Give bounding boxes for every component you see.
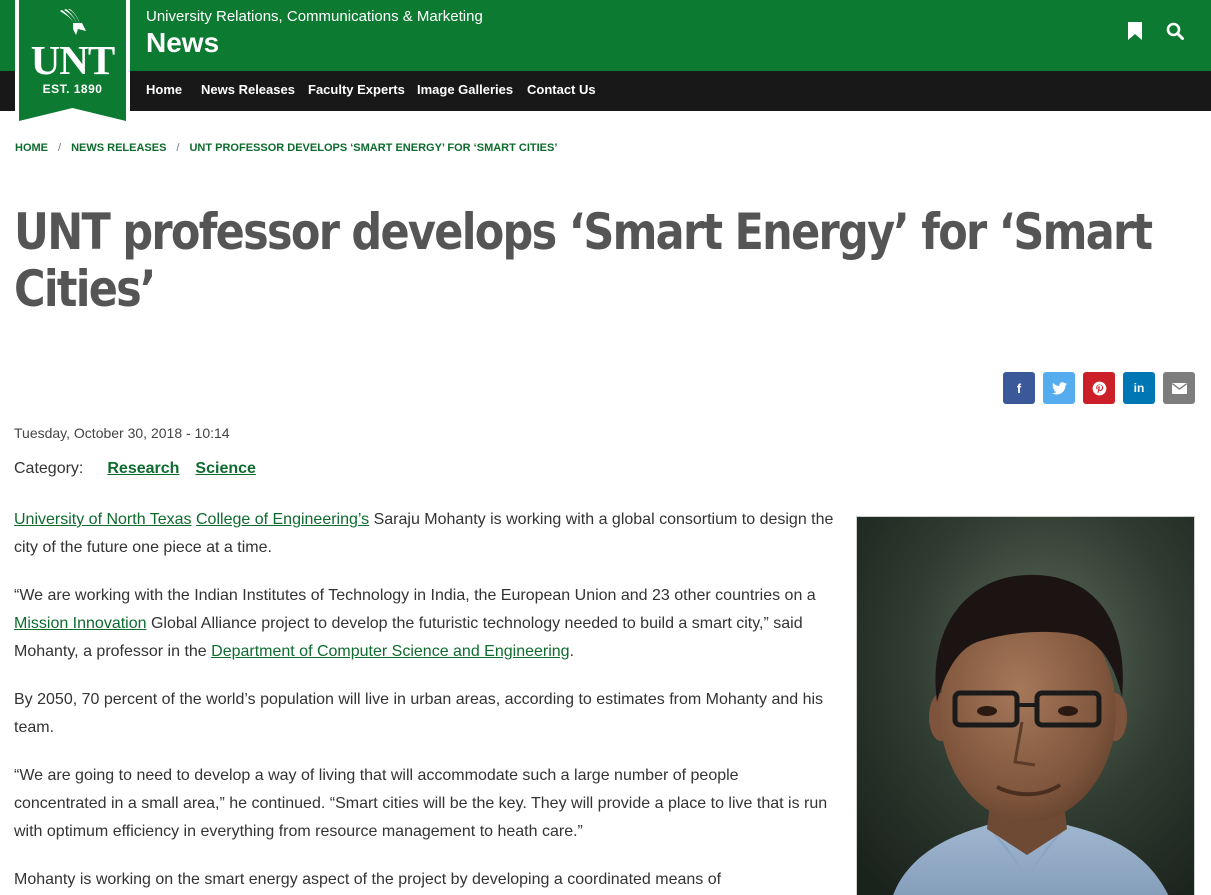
breadcrumb-separator: / (58, 142, 62, 154)
paragraph: University of North Texas College of Eng… (14, 506, 834, 562)
department-name[interactable]: University Relations, Communications & M… (146, 8, 483, 25)
unt-logo[interactable]: UNT EST. 1890 (15, 0, 130, 127)
paragraph: Mohanty is working on the smart energy a… (14, 871, 722, 888)
category-link-science[interactable]: Science (195, 460, 255, 477)
breadcrumb-news-releases[interactable]: NEWS RELEASES (71, 142, 166, 154)
site-title[interactable]: News (146, 27, 219, 59)
breadcrumb-home[interactable]: HOME (15, 142, 48, 154)
paragraph-text: . (569, 643, 575, 660)
paragraph: “We are going to need to develop a way o… (14, 767, 828, 840)
breadcrumb: HOME / NEWS RELEASES / UNT PROFESSOR DEVELOP… (15, 142, 557, 154)
facebook-icon: f (1016, 380, 1022, 396)
share-twitter-button[interactable] (1043, 372, 1075, 404)
share-email-button[interactable] (1163, 372, 1195, 404)
pinterest-icon (1092, 381, 1106, 395)
page-title: UNT professor develops ‘Smart Energy’ fo… (14, 203, 1153, 318)
paragraph: “We are working with the Indian Institut… (14, 582, 834, 666)
link-mission-innovation[interactable]: Mission Innovation (14, 615, 147, 632)
eagle-icon (60, 9, 86, 35)
category-label: Category: (14, 460, 84, 477)
linkedin-icon: in (1133, 381, 1145, 395)
link-college-of-engineering[interactable]: College of Engineering’s (196, 511, 369, 528)
paragraph-text: “We are working with the Indian Institut… (14, 587, 816, 604)
search-icon[interactable] (1162, 18, 1188, 44)
main-navigation: Home News Releases Faculty Experts Image… (0, 71, 1211, 111)
nav-item-faculty-experts[interactable]: Faculty Experts (308, 82, 405, 97)
article-body: University of North Texas College of Eng… (14, 506, 834, 895)
logo-established: EST. 1890 (42, 82, 103, 96)
nav-item-news-releases[interactable]: News Releases (201, 82, 295, 97)
breadcrumb-separator: / (176, 142, 180, 154)
email-icon (1171, 382, 1187, 394)
category-link-research[interactable]: Research (107, 460, 179, 477)
nav-item-contact-us[interactable]: Contact Us (527, 82, 596, 97)
article-date: Tuesday, October 30, 2018 - 10:14 (14, 425, 230, 441)
site-header: University Relations, Communications & M… (0, 0, 1211, 71)
nav-item-image-galleries[interactable]: Image Galleries (417, 82, 513, 97)
share-facebook-button[interactable]: f (1003, 372, 1035, 404)
paragraph: By 2050, 70 percent of the world’s popul… (14, 691, 824, 736)
breadcrumb-current: UNT PROFESSOR DEVELOPS ‘SMART ENERGY’ FO… (189, 142, 558, 154)
link-university-of-north-texas[interactable]: University of North Texas (14, 511, 192, 528)
bookmark-icon[interactable] (1122, 18, 1148, 44)
share-linkedin-button[interactable]: in (1123, 372, 1155, 404)
nav-item-home[interactable]: Home (146, 82, 182, 97)
article-photo (856, 516, 1195, 895)
twitter-icon (1051, 381, 1067, 394)
link-department-cse[interactable]: Department of Computer Science and Engin… (211, 643, 569, 660)
article-categories: Category: Research Science (14, 460, 256, 478)
share-pinterest-button[interactable] (1083, 372, 1115, 404)
logo-wordmark: UNT (30, 37, 116, 83)
